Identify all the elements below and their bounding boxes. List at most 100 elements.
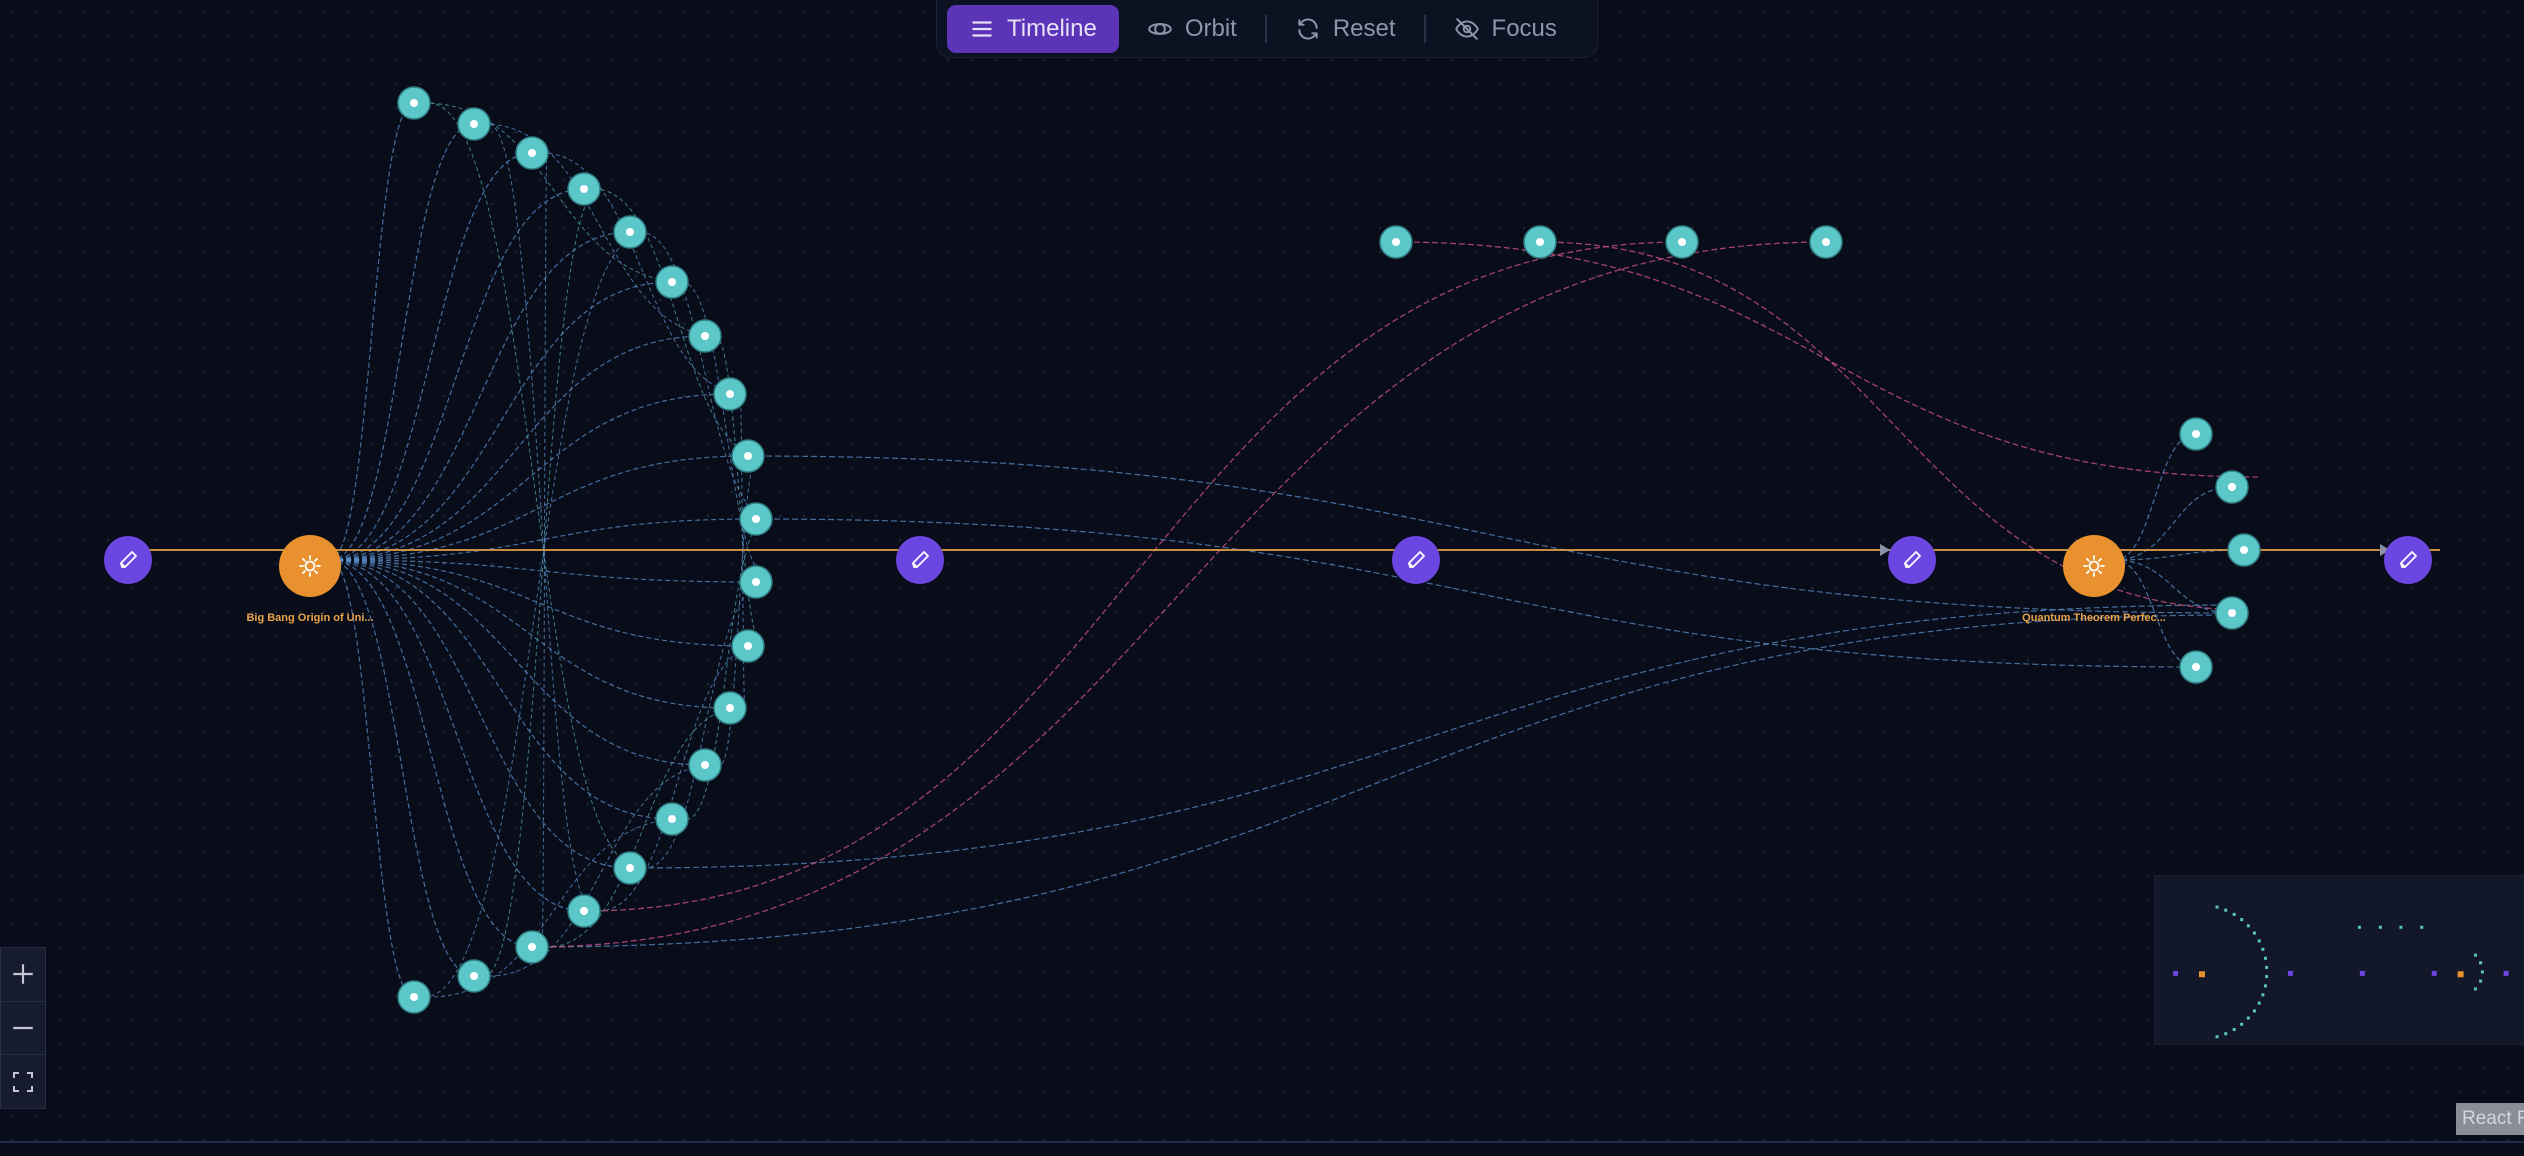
leaf-node[interactable] <box>1809 225 1843 259</box>
edit-node[interactable] <box>1888 536 1936 584</box>
edge-arc <box>488 123 595 912</box>
edit-node[interactable] <box>104 536 152 584</box>
leaf-node[interactable] <box>731 629 765 663</box>
minimap-node <box>2479 961 2483 965</box>
minimap-node <box>2287 970 2293 976</box>
timeline-button[interactable]: Timeline <box>947 4 1119 53</box>
minimap-node <box>2257 939 2261 943</box>
edge-fan <box>329 123 475 561</box>
minimap[interactable] <box>2154 875 2524 1045</box>
leaf-node[interactable] <box>688 748 722 782</box>
zoom-controls <box>0 947 46 1109</box>
leaf-node[interactable] <box>739 565 773 599</box>
leaf-node[interactable] <box>567 894 601 928</box>
minimap-node <box>2473 953 2477 957</box>
leaf-node[interactable] <box>457 107 491 141</box>
minimap-node <box>2503 970 2509 976</box>
minimap-node <box>2420 925 2424 929</box>
minimap-node <box>2357 925 2361 929</box>
leaf-node[interactable] <box>515 136 549 170</box>
edit-node[interactable] <box>896 536 944 584</box>
leaf-node[interactable] <box>397 980 431 1014</box>
edge-fan <box>329 231 631 561</box>
edge-fan <box>329 455 749 561</box>
edge-fan <box>329 559 631 869</box>
toolbar-divider <box>1423 14 1426 43</box>
fit-view-button[interactable] <box>1 1055 45 1108</box>
orbit-icon <box>1148 22 1172 35</box>
zoom-in-button[interactable] <box>1 948 45 1002</box>
minimap-node <box>2261 993 2265 997</box>
edit-node[interactable] <box>1392 536 1440 584</box>
edge-fan <box>329 559 749 647</box>
bottom-border <box>0 1141 2524 1143</box>
event-node[interactable] <box>279 535 341 597</box>
leaf-node[interactable] <box>655 802 689 836</box>
leaf-node[interactable] <box>613 851 647 885</box>
reset-label: Reset <box>1332 14 1396 42</box>
edge-long <box>755 518 2197 668</box>
leaf-node[interactable] <box>613 215 647 249</box>
edge-fan <box>329 152 533 561</box>
timeline-label: Timeline <box>1007 14 1097 42</box>
edge-fan <box>2113 549 2245 561</box>
minimap-node <box>2246 924 2250 928</box>
leaf-node[interactable] <box>2179 650 2213 684</box>
edge-pink <box>1395 241 2259 478</box>
minimap-node <box>2232 1028 2236 1032</box>
edge-fan <box>329 393 731 561</box>
leaf-node[interactable] <box>655 265 689 299</box>
leaf-node[interactable] <box>713 377 747 411</box>
leaf-node[interactable] <box>567 172 601 206</box>
minimap-node <box>2265 965 2269 969</box>
minimap-node <box>2431 970 2437 976</box>
edge-fan <box>329 102 415 561</box>
minimap-node <box>2359 970 2365 976</box>
edge-long <box>747 455 2233 614</box>
minimap-node <box>2240 1022 2244 1026</box>
leaf-node[interactable] <box>2215 596 2249 630</box>
leaf-node[interactable] <box>1523 225 1557 259</box>
flow-graph[interactable] <box>0 0 2524 1156</box>
eye-off-icon <box>1454 17 1479 40</box>
minimap-node <box>2232 912 2236 916</box>
leaf-node[interactable] <box>1379 225 1413 259</box>
leaf-node[interactable] <box>1665 225 1699 259</box>
edge-fan <box>329 559 415 998</box>
minimap-node <box>2378 925 2382 929</box>
minimap-node <box>2252 931 2256 935</box>
minimap-node <box>2173 970 2179 976</box>
minimap-node <box>2457 971 2464 978</box>
edge-fan <box>329 559 731 709</box>
minimap-node <box>2479 979 2483 983</box>
edge-arrow <box>1880 544 1890 556</box>
orbit-button[interactable]: Orbit <box>1125 5 1259 53</box>
event-node[interactable] <box>2063 535 2125 597</box>
leaf-node[interactable] <box>2179 417 2213 451</box>
leaf-node[interactable] <box>688 319 722 353</box>
edge-fan <box>329 559 673 820</box>
edit-node[interactable] <box>2384 536 2432 584</box>
leaf-node[interactable] <box>713 691 747 725</box>
zoom-out-button[interactable] <box>1 1002 45 1056</box>
view-toolbar: Timeline Orbit Reset Focus <box>936 0 1598 58</box>
minimap-node <box>2224 1032 2228 1036</box>
focus-button[interactable]: Focus <box>1432 5 1579 53</box>
leaf-node[interactable] <box>457 959 491 993</box>
leaf-node[interactable] <box>739 502 773 536</box>
minimap-node <box>2480 970 2484 974</box>
minimap-node <box>2473 987 2477 991</box>
minimap-graph <box>2173 905 2509 1039</box>
reset-button[interactable]: Reset <box>1273 5 1418 53</box>
leaf-node[interactable] <box>731 439 765 473</box>
minimap-node <box>2257 1001 2261 1005</box>
minimap-node <box>2215 905 2219 909</box>
minimap-node <box>2263 984 2267 988</box>
edge-fan <box>2113 433 2197 561</box>
leaf-node[interactable] <box>397 86 431 120</box>
leaf-node[interactable] <box>2227 533 2261 567</box>
leaf-node[interactable] <box>515 930 549 964</box>
minus-icon <box>13 1026 33 1030</box>
react-flow-attribution[interactable]: React F <box>2456 1103 2524 1135</box>
leaf-node[interactable] <box>2215 470 2249 504</box>
